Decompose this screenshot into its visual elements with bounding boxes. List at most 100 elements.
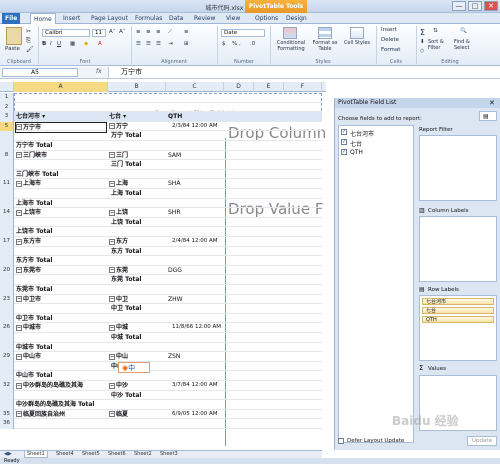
clipboard-icon[interactable] [6, 27, 22, 45]
cell-a[interactable]: − 中沙群岛的岛礁及其海 [16, 381, 83, 391]
name-box[interactable]: A5 [2, 68, 78, 77]
row-number[interactable] [0, 275, 14, 285]
cell-b[interactable]: − 万宁 [109, 122, 128, 132]
collapse-icon[interactable]: − [109, 324, 115, 331]
report-filter-area[interactable] [419, 135, 497, 201]
cell-b[interactable]: 中卫 Total [111, 304, 141, 314]
cell-c[interactable]: ZSN [168, 352, 180, 362]
cell-a[interactable]: − 东莞市 [16, 266, 41, 276]
row-number[interactable] [0, 361, 14, 372]
conditional-formatting-icon[interactable] [283, 27, 297, 39]
select-all-corner[interactable] [0, 82, 14, 92]
cell-b[interactable]: 三门 Total [111, 160, 141, 170]
row-number[interactable] [0, 313, 14, 324]
row-labels-area[interactable]: 七台河市 七台 QTH [419, 295, 497, 361]
align-bottom-icon[interactable]: ≡ [156, 29, 161, 35]
collapse-icon[interactable]: − [16, 324, 22, 331]
cell-b[interactable]: 上饶 Total [111, 218, 141, 228]
row-number[interactable] [0, 160, 14, 170]
row-number[interactable]: 8 [0, 150, 14, 161]
italic-icon[interactable]: I [50, 41, 52, 47]
font-name-select[interactable]: Calibri [42, 29, 90, 37]
cell-a[interactable]: − 东方市 [16, 237, 41, 247]
cell-a[interactable]: − 中山市 [16, 352, 41, 362]
cell-b[interactable]: 七台 ▾ [109, 112, 126, 122]
autosum-icon[interactable]: Σ [420, 28, 425, 37]
align-center-icon[interactable]: ☰ [146, 41, 151, 47]
tab-insert[interactable]: Insert [60, 13, 83, 24]
ime-toolbar[interactable]: ◉中 [118, 362, 150, 373]
decimal-icon[interactable]: .0 [250, 41, 255, 47]
tab-design[interactable]: Design [283, 13, 310, 24]
row-number[interactable] [0, 342, 14, 353]
cell-a[interactable]: 上饶市 Total [16, 227, 52, 237]
format-cells-button[interactable]: Format [381, 47, 400, 53]
cell-a[interactable]: 中沙群岛的岛礁及其海 Total [16, 400, 94, 410]
conditional-formatting-button[interactable]: Conditional Formatting [273, 40, 309, 52]
cell-a[interactable]: − 中卫市 [16, 295, 41, 305]
cell-b[interactable]: 东莞 Total [111, 275, 141, 285]
collapse-icon[interactable]: − [16, 296, 22, 303]
find-select-icon[interactable]: 🔍 [460, 28, 467, 34]
row-number[interactable]: 11 [0, 179, 14, 189]
indent-icon[interactable]: ⇥ [168, 41, 173, 47]
format-table-icon[interactable] [318, 27, 332, 39]
collapse-icon[interactable]: − [109, 180, 115, 187]
filter-dropdown-icon[interactable]: ▾ [121, 113, 126, 120]
cell-b[interactable]: 上海 Total [111, 189, 141, 199]
tab-page-layout[interactable]: Page Layout [88, 13, 131, 24]
row-number[interactable] [0, 246, 14, 257]
cell-b[interactable]: 万宁 Total [111, 131, 141, 141]
cell-c[interactable]: 2/4/84 12:00 AM [172, 237, 218, 247]
row-number[interactable] [0, 390, 14, 401]
close-button[interactable]: ✕ [484, 1, 498, 11]
cell-a[interactable]: 东方市 Total [16, 256, 52, 266]
sort-filter-icon[interactable]: ⇅ [433, 28, 438, 34]
align-left-icon[interactable]: ☰ [136, 41, 141, 47]
cell-c[interactable]: DGG [168, 266, 182, 276]
insert-cells-button[interactable]: Insert [381, 27, 397, 33]
row-number[interactable]: 5 [0, 121, 14, 132]
cell-b[interactable]: 中沙 Total [111, 391, 141, 401]
cell-a[interactable]: 三门峡市 Total [16, 170, 58, 180]
collapse-icon[interactable]: − [16, 209, 22, 216]
align-right-icon[interactable]: ☰ [156, 41, 161, 47]
collapse-icon[interactable]: − [16, 267, 22, 274]
bold-icon[interactable]: B [42, 41, 46, 47]
sheet-tab[interactable]: Sheet4 [54, 451, 76, 458]
row-number[interactable] [0, 371, 14, 381]
cell-c[interactable]: SHA [168, 179, 180, 189]
row-number[interactable] [0, 141, 14, 151]
field-item[interactable]: 七台 [350, 139, 362, 148]
layout-options-button[interactable]: ▤ [479, 111, 497, 121]
row-field-pill[interactable]: 七台河市 [422, 298, 494, 305]
row-number[interactable]: 35 [0, 409, 14, 420]
row-number[interactable] [0, 256, 14, 266]
cell-b[interactable]: − 上海 [109, 179, 128, 189]
collapse-icon[interactable]: − [16, 353, 22, 360]
cell-c[interactable]: SAM [168, 151, 181, 161]
row-number[interactable] [0, 227, 14, 237]
borders-icon[interactable]: ▦ [70, 41, 75, 47]
row-number[interactable]: 36 [0, 419, 14, 429]
cell-a[interactable]: 中卫市 Total [16, 314, 52, 324]
row-number[interactable]: 23 [0, 294, 14, 305]
font-size-select[interactable]: 11 [92, 29, 106, 37]
field-item[interactable]: QTH [350, 149, 363, 156]
row-number[interactable] [0, 189, 14, 199]
collapse-icon[interactable]: − [16, 238, 22, 245]
row-number[interactable]: 2 [0, 102, 14, 113]
tab-options[interactable]: Options [252, 13, 281, 24]
cell-a[interactable]: − 上饶市 [16, 208, 41, 218]
cell-styles-icon[interactable] [350, 27, 364, 39]
collapse-icon[interactable]: − [109, 382, 115, 389]
cell-c[interactable]: ZHW [168, 295, 183, 305]
cell-b[interactable]: − 中卫 [109, 295, 128, 305]
field-checkbox[interactable]: ✓ [341, 139, 347, 145]
cell-b[interactable]: − 中城 [109, 323, 128, 333]
cell-c[interactable]: SHR [168, 208, 181, 218]
find-select-button[interactable]: Find & Select [454, 39, 480, 51]
orientation-icon[interactable]: ⟋ [168, 29, 172, 36]
row-number[interactable]: 14 [0, 208, 14, 218]
insert-function-button[interactable]: fx [96, 68, 102, 75]
